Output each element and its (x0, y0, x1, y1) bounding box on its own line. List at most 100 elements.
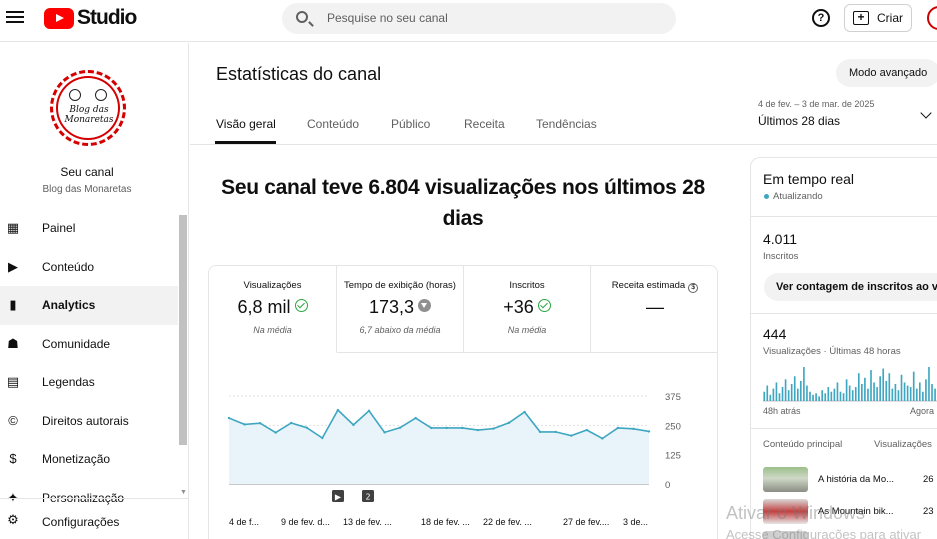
realtime-bar[interactable] (931, 384, 933, 401)
realtime-bar[interactable] (818, 396, 820, 401)
realtime-bar[interactable] (836, 382, 839, 401)
realtime-bar[interactable] (891, 388, 894, 401)
realtime-bar[interactable] (912, 371, 915, 401)
realtime-bar[interactable] (769, 394, 772, 401)
realtime-bar[interactable] (824, 393, 827, 401)
realtime-bar[interactable] (885, 380, 888, 401)
live-subscribers-button[interactable]: Ver contagem de inscritos ao vivo (764, 273, 937, 301)
data-point[interactable] (476, 428, 480, 432)
data-point[interactable] (461, 426, 464, 430)
data-point[interactable] (367, 409, 371, 412)
sidebar-item-monetizacao[interactable]: $ Monetização (0, 440, 178, 479)
data-point[interactable] (243, 423, 246, 426)
realtime-bar[interactable] (873, 382, 875, 401)
realtime-bar[interactable] (781, 387, 784, 401)
realtime-bar[interactable] (861, 384, 863, 401)
realtime-bar[interactable] (848, 385, 851, 401)
realtime-bar[interactable] (793, 376, 796, 401)
data-point[interactable] (445, 426, 448, 430)
video-thumbnail[interactable] (763, 467, 808, 492)
date-range-label[interactable]: 4 de fev. – 3 de mar. de 2025 (758, 99, 874, 109)
tab-tendencias[interactable]: Tendências (536, 117, 597, 131)
realtime-bar[interactable] (915, 388, 918, 401)
data-point[interactable] (383, 431, 386, 434)
realtime-bar[interactable] (833, 388, 836, 401)
realtime-bar[interactable] (925, 379, 927, 401)
studio-logo[interactable]: Studio (44, 6, 137, 29)
realtime-bar[interactable] (772, 388, 775, 401)
tab-visao-geral[interactable]: Visão geral (216, 117, 276, 131)
data-point[interactable] (523, 410, 526, 414)
account-avatar[interactable] (927, 6, 937, 30)
realtime-bar-chart[interactable] (763, 365, 937, 403)
realtime-bar[interactable] (854, 387, 857, 401)
realtime-bar[interactable] (888, 373, 891, 401)
realtime-bar[interactable] (857, 373, 860, 401)
channel-avatar[interactable]: Blog das Monaretas (50, 70, 126, 146)
realtime-bar[interactable] (796, 388, 799, 401)
sidebar-item-analytics[interactable]: ▮ Analytics (0, 286, 178, 325)
sidebar-item-painel[interactable]: ▦ Painel (0, 209, 178, 248)
data-point[interactable] (414, 416, 417, 420)
realtime-bar[interactable] (851, 390, 854, 401)
data-point[interactable] (554, 430, 557, 434)
realtime-bar[interactable] (763, 391, 766, 401)
data-point[interactable] (227, 416, 231, 420)
data-point[interactable] (632, 427, 635, 431)
tab-receita[interactable]: Receita (464, 117, 505, 131)
realtime-bar[interactable] (778, 393, 781, 401)
top-video-item[interactable]: A história da Mo... 26 (763, 467, 937, 492)
create-button[interactable]: + Criar (844, 4, 912, 32)
realtime-bar[interactable] (803, 367, 805, 401)
realtime-bar[interactable] (775, 382, 778, 401)
period-selector[interactable]: Últimos 28 dias (758, 114, 840, 128)
search-input[interactable]: Pesquise no seu canal (327, 11, 448, 25)
data-point[interactable] (647, 430, 651, 433)
data-point[interactable] (492, 427, 495, 430)
realtime-bar[interactable] (845, 379, 848, 401)
realtime-bar[interactable] (897, 390, 900, 401)
data-point[interactable] (352, 423, 355, 427)
realtime-bar[interactable] (879, 376, 881, 401)
metric-subscribers[interactable]: Inscritos +36 Na média (464, 266, 591, 353)
data-point[interactable] (507, 421, 511, 424)
realtime-bar[interactable] (766, 385, 769, 401)
realtime-bar[interactable] (784, 379, 787, 401)
realtime-bar[interactable] (806, 385, 808, 401)
realtime-bar[interactable] (864, 377, 866, 401)
data-point[interactable] (601, 437, 604, 440)
sidebar-scrollbar[interactable] (179, 215, 187, 445)
realtime-bar[interactable] (830, 391, 833, 401)
data-point[interactable] (258, 422, 262, 425)
sidebar-item-comunidade[interactable]: ☗ Comunidade (0, 325, 178, 364)
realtime-bar[interactable] (812, 394, 814, 401)
data-point[interactable] (398, 426, 402, 429)
realtime-bar[interactable] (876, 387, 878, 401)
realtime-bar[interactable] (870, 370, 872, 401)
data-point[interactable] (305, 426, 308, 429)
chevron-down-icon[interactable] (920, 107, 932, 119)
realtime-bar[interactable] (790, 384, 793, 401)
realtime-bar[interactable] (839, 391, 842, 401)
realtime-bar[interactable] (787, 390, 790, 401)
help-icon[interactable]: ? (812, 9, 830, 27)
data-point[interactable] (538, 430, 542, 434)
advanced-mode-button[interactable]: Modo avançado (836, 59, 937, 87)
tab-publico[interactable]: Público (391, 117, 430, 131)
realtime-bar[interactable] (906, 385, 909, 401)
data-point[interactable] (430, 426, 433, 430)
realtime-bar[interactable] (882, 368, 885, 401)
sidebar-item-direitos-autorais[interactable]: © Direitos autorais (0, 402, 178, 441)
realtime-bar[interactable] (867, 388, 869, 401)
data-point[interactable] (321, 436, 324, 440)
realtime-bar[interactable] (800, 380, 802, 401)
realtime-bar[interactable] (922, 391, 924, 401)
realtime-bar[interactable] (900, 374, 903, 401)
realtime-bar[interactable] (827, 387, 830, 401)
data-point[interactable] (570, 434, 573, 437)
realtime-bar[interactable] (928, 367, 930, 401)
realtime-bar[interactable] (809, 391, 811, 401)
realtime-bar[interactable] (918, 382, 921, 401)
data-point[interactable] (274, 431, 277, 434)
realtime-bar[interactable] (903, 382, 906, 401)
